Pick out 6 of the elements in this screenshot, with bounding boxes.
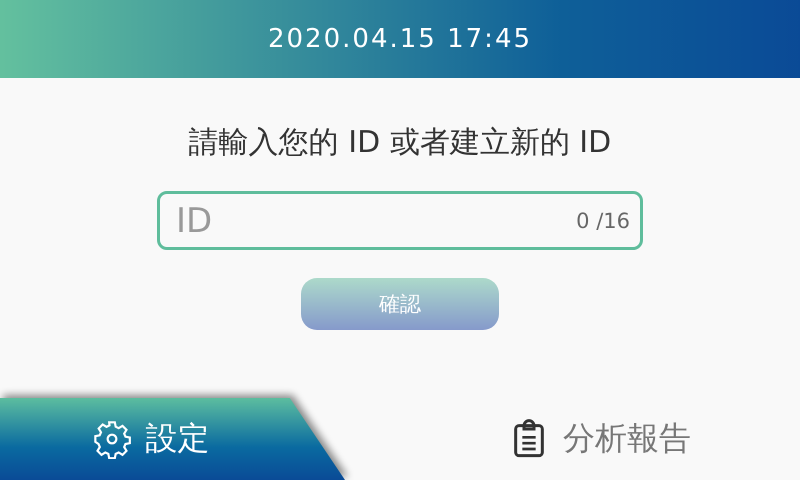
character-counter: 0 /16 xyxy=(576,208,630,232)
date-time: 2020.04.15 17:45 xyxy=(268,24,532,54)
tab[interactable]: 設定 xyxy=(0,398,345,480)
tab[interactable]: 分析報告 xyxy=(400,398,800,480)
settings-icon xyxy=(92,419,132,459)
prompt-text: 請輸入您的 ID 或者建立新的 ID xyxy=(188,124,612,162)
